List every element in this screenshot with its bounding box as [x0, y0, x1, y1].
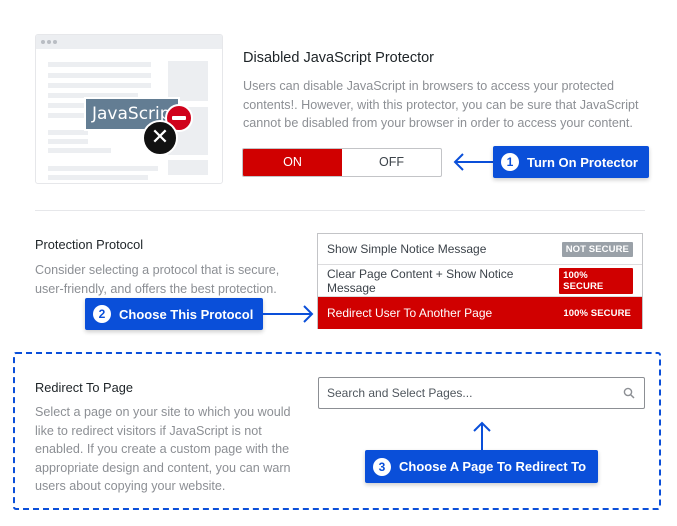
placeholder-line	[48, 148, 111, 153]
close-circle-icon: ✕	[142, 120, 178, 156]
callout-label: Choose A Page To Redirect To	[399, 459, 587, 474]
step-number: 3	[373, 457, 391, 476]
protocol-option-clear-content[interactable]: Clear Page Content + Show Notice Message…	[318, 265, 642, 297]
placeholder-line	[48, 83, 151, 88]
step-number: 1	[501, 153, 519, 171]
toggle-on-button[interactable]: ON	[243, 149, 342, 176]
callout-label: Turn On Protector	[527, 154, 638, 170]
security-badge: NOT SECURE	[561, 241, 633, 257]
search-icon[interactable]	[623, 387, 635, 399]
window-dot	[53, 40, 57, 44]
placeholder-block	[168, 160, 208, 175]
placeholder-line	[48, 139, 88, 144]
callout-label: Choose This Protocol	[119, 306, 254, 322]
placeholder-line	[48, 175, 148, 180]
protocol-option-redirect[interactable]: Redirect User To Another Page 100% SECUR…	[318, 297, 642, 329]
callout-choose-protocol: 2 Choose This Protocol	[85, 298, 263, 330]
section-divider	[35, 210, 645, 211]
placeholder-line	[48, 62, 151, 67]
redirect-title: Redirect To Page	[35, 380, 133, 395]
protector-title: Disabled JavaScript Protector	[243, 50, 434, 66]
placeholder-line	[48, 130, 88, 135]
callout-turn-on-protector: 1 Turn On Protector	[493, 146, 649, 178]
search-placeholder: Search and Select Pages...	[327, 386, 473, 400]
protocol-description: Consider selecting a protocol that is se…	[35, 263, 280, 296]
window-dot	[41, 40, 45, 44]
window-dot	[47, 40, 51, 44]
browser-bar	[36, 35, 222, 49]
protocol-title: Protection Protocol	[35, 237, 144, 252]
security-badge: 100% SECURE	[563, 307, 631, 319]
step-number: 2	[93, 305, 111, 323]
placeholder-line	[48, 166, 158, 171]
option-label: Clear Page Content + Show Notice Message	[327, 266, 514, 295]
redirect-description: Select a page on your site to which you …	[35, 405, 291, 493]
placeholder-line	[48, 73, 151, 78]
option-label: Show Simple Notice Message	[327, 242, 487, 256]
protector-description: Users can disable JavaScript in browsers…	[243, 79, 639, 130]
page-search-input[interactable]: Search and Select Pages...	[318, 377, 645, 409]
protector-toggle[interactable]: ON OFF	[242, 148, 442, 177]
arrow-left-icon	[453, 153, 493, 171]
security-badge: 100% SECURE	[559, 267, 633, 294]
option-label: Redirect User To Another Page	[327, 306, 493, 320]
callout-choose-page: 3 Choose A Page To Redirect To	[365, 450, 598, 483]
toggle-off-button[interactable]: OFF	[342, 149, 441, 176]
placeholder-block	[168, 61, 208, 101]
arrow-up-icon	[473, 421, 491, 452]
protocol-option-simple-notice[interactable]: Show Simple Notice Message NOT SECURE	[318, 234, 642, 265]
arrow-right-icon	[263, 305, 314, 323]
protocol-list: Show Simple Notice Message NOT SECURE Cl…	[317, 233, 643, 329]
